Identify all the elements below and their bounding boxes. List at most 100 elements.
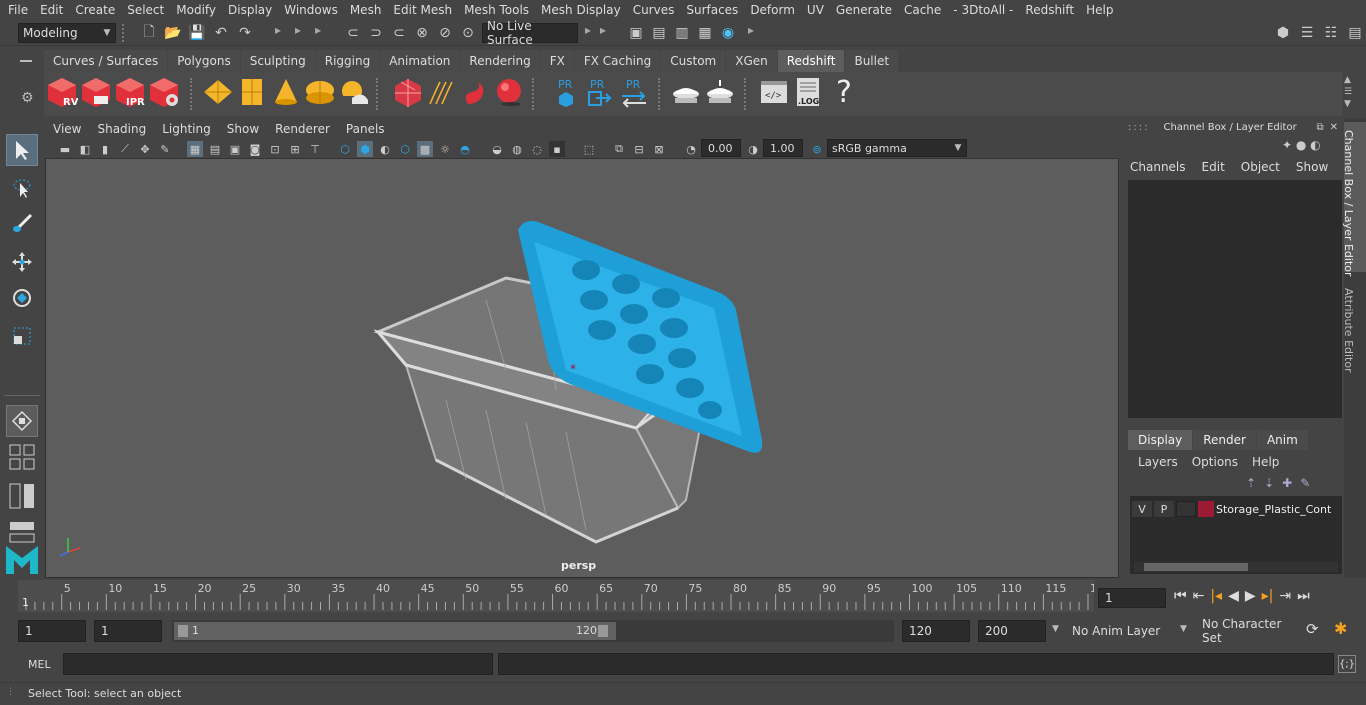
- layer-tab-render[interactable]: Render: [1193, 430, 1256, 450]
- mode-selector[interactable]: Modeling ▼: [18, 23, 116, 43]
- channel-box-tools-icon[interactable]: ✦ ● ◐: [1282, 138, 1321, 152]
- layer-color-swatch[interactable]: [1198, 501, 1214, 517]
- menu-uv[interactable]: UV: [801, 3, 830, 17]
- menu-mesh-tools[interactable]: Mesh Tools: [458, 3, 535, 17]
- pr-object-icon[interactable]: PR: [550, 76, 582, 108]
- tab-rigging[interactable]: Rigging: [315, 50, 380, 72]
- new-layer-selected-icon[interactable]: ✎: [1300, 476, 1310, 490]
- play-backward-icon[interactable]: ◀: [1228, 588, 1239, 604]
- wireframe-on-shaded-icon[interactable]: ⬡: [397, 141, 413, 157]
- safe-action-icon[interactable]: ⊞: [287, 141, 303, 157]
- color-management-icon[interactable]: ⊚: [809, 141, 825, 157]
- grease-pencil-icon[interactable]: ✎: [157, 141, 173, 157]
- camera-attr-icon[interactable]: ◧: [77, 141, 93, 157]
- shelf-settings-icon[interactable]: ⚙: [21, 90, 34, 106]
- live-surface-field[interactable]: No Live Surface: [482, 19, 578, 47]
- viewport-menu-view[interactable]: View: [45, 122, 89, 136]
- save-scene-icon[interactable]: 💾: [186, 22, 208, 44]
- redo-icon[interactable]: ↷: [234, 22, 256, 44]
- close-panel-icon[interactable]: ✕: [1330, 122, 1338, 133]
- render-frame-icon[interactable]: ▣: [625, 22, 647, 44]
- new-scene-icon[interactable]: 🗋: [138, 22, 160, 44]
- tab-curves-surfaces[interactable]: Curves / Surfaces: [44, 50, 168, 72]
- step-forward-frame-icon[interactable]: ▸|: [1262, 588, 1274, 604]
- menu-cache[interactable]: Cache: [898, 3, 947, 17]
- shadows-icon[interactable]: ◓: [457, 141, 473, 157]
- tool-settings-icon[interactable]: ☷: [1320, 22, 1342, 44]
- step-back-key-icon[interactable]: ⇤: [1193, 588, 1205, 604]
- layer-row[interactable]: V P Storage_Plastic_Conta: [1132, 500, 1338, 518]
- end-time-field[interactable]: 200: [978, 620, 1046, 642]
- exposure-icon[interactable]: ◔: [683, 141, 699, 157]
- redshift-settings-icon[interactable]: [148, 76, 180, 108]
- redshift-script-icon[interactable]: </>: [758, 76, 790, 108]
- menu-select[interactable]: Select: [121, 3, 170, 17]
- select-object-icon[interactable]: ⊃: [365, 22, 387, 44]
- step-back-frame-icon[interactable]: |◂: [1210, 588, 1222, 604]
- redshift-spot-light-icon[interactable]: [270, 76, 302, 108]
- viewport-menu-show[interactable]: Show: [219, 122, 267, 136]
- isolate-select-icon[interactable]: ⬚: [581, 141, 597, 157]
- shelf-scroll-arrows-icon[interactable]: ▲ ☰ ▼: [1344, 74, 1352, 110]
- redshift-light-portal-icon[interactable]: [236, 76, 268, 108]
- play-forward-icon[interactable]: ▶: [1245, 588, 1256, 604]
- use-all-lights-icon[interactable]: ☼: [437, 141, 453, 157]
- tab-fx-caching[interactable]: FX Caching: [574, 50, 661, 72]
- wireframe-icon[interactable]: ⬡: [337, 141, 353, 157]
- snap-curve-icon[interactable]: ⊘: [434, 22, 456, 44]
- gamma-icon[interactable]: ◑: [745, 141, 761, 157]
- collapse-arrow-icon[interactable]: ▸: [585, 23, 591, 37]
- channel-box-icon[interactable]: ▤: [1344, 22, 1366, 44]
- channel-menu-object[interactable]: Object: [1241, 160, 1280, 174]
- collapse-arrow-icon[interactable]: ▸: [600, 23, 606, 37]
- xray-active-icon[interactable]: ⊟: [631, 141, 647, 157]
- select-component-icon[interactable]: ⊂: [388, 22, 410, 44]
- tab-rendering[interactable]: Rendering: [460, 50, 540, 72]
- go-to-start-icon[interactable]: ⏮: [1174, 588, 1187, 604]
- new-empty-layer-icon[interactable]: ✚: [1282, 476, 1292, 490]
- chevron-down-icon[interactable]: ▼: [1052, 624, 1059, 634]
- go-to-end-icon[interactable]: ⏭: [1297, 588, 1310, 604]
- playback-start-field[interactable]: 1: [94, 620, 162, 642]
- menu-curves[interactable]: Curves: [627, 3, 681, 17]
- viewport-menu-renderer[interactable]: Renderer: [267, 122, 338, 136]
- tab-polygons[interactable]: Polygons: [168, 50, 240, 72]
- redshift-render-icon[interactable]: [80, 76, 112, 108]
- step-forward-key-icon[interactable]: ⇥: [1279, 588, 1291, 604]
- layer-visibility-toggle[interactable]: V: [1132, 501, 1152, 517]
- menu-edit[interactable]: Edit: [34, 3, 69, 17]
- viewport-menu-panels[interactable]: Panels: [338, 122, 393, 136]
- scale-tool-icon[interactable]: [6, 320, 38, 352]
- snap-grid-icon[interactable]: ⊗: [411, 22, 433, 44]
- mel-command-input[interactable]: [63, 653, 493, 675]
- layer-display-type[interactable]: [1176, 501, 1196, 517]
- menu-mesh-display[interactable]: Mesh Display: [535, 3, 627, 17]
- redshift-hair-icon[interactable]: [426, 76, 458, 108]
- menu-help[interactable]: Help: [1080, 3, 1119, 17]
- menu-modify[interactable]: Modify: [170, 3, 222, 17]
- move-tool-icon[interactable]: [6, 246, 38, 278]
- collapse-arrow-icon[interactable]: ▸: [748, 23, 754, 37]
- redshift-log-icon[interactable]: .LOG: [792, 76, 824, 108]
- field-chart-icon[interactable]: ⊡: [267, 141, 283, 157]
- viewport-menu-lighting[interactable]: Lighting: [154, 122, 219, 136]
- redshift-dome-light-icon[interactable]: [304, 76, 336, 108]
- help-question-icon[interactable]: ?: [828, 75, 860, 110]
- character-set-dropdown[interactable]: No Character Set: [1196, 617, 1300, 645]
- tab-animation[interactable]: Animation: [380, 50, 460, 72]
- menu-3dtoall[interactable]: - 3DtoAll -: [947, 3, 1019, 17]
- menu-edit-mesh[interactable]: Edit Mesh: [387, 3, 458, 17]
- menu-deform[interactable]: Deform: [744, 3, 801, 17]
- backface-icon[interactable]: ⊠: [651, 141, 667, 157]
- lasso-tool-icon[interactable]: [6, 172, 38, 204]
- hypershade-icon[interactable]: ◉: [717, 22, 739, 44]
- safe-title-icon[interactable]: ⊤: [307, 141, 323, 157]
- collapse-arrow-icon[interactable]: ▸: [275, 23, 281, 37]
- pr-export-icon[interactable]: PR: [582, 76, 614, 108]
- redshift-sphere-icon[interactable]: [494, 76, 526, 108]
- auto-key-icon[interactable]: ⟳: [1306, 620, 1319, 638]
- redshift-light-area-icon[interactable]: [202, 76, 234, 108]
- open-scene-icon[interactable]: 📂: [162, 22, 184, 44]
- layer-menu-options[interactable]: Options: [1192, 455, 1238, 469]
- select-tool-icon[interactable]: [6, 134, 38, 166]
